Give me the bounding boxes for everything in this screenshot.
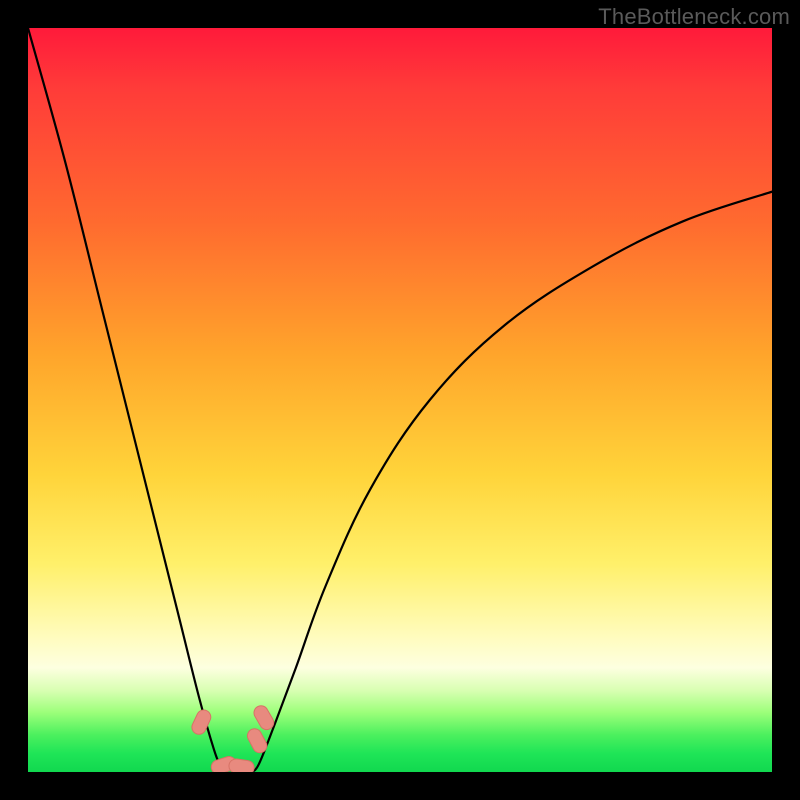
dip-marker-2 (228, 758, 255, 772)
dip-marker-3 (245, 726, 269, 755)
curve-layer (28, 28, 772, 772)
chart-frame: TheBottleneck.com (0, 0, 800, 800)
curve-right-branch (251, 192, 772, 772)
curve-left-branch (28, 28, 225, 772)
watermark-text: TheBottleneck.com (598, 4, 790, 30)
plot-area (28, 28, 772, 772)
